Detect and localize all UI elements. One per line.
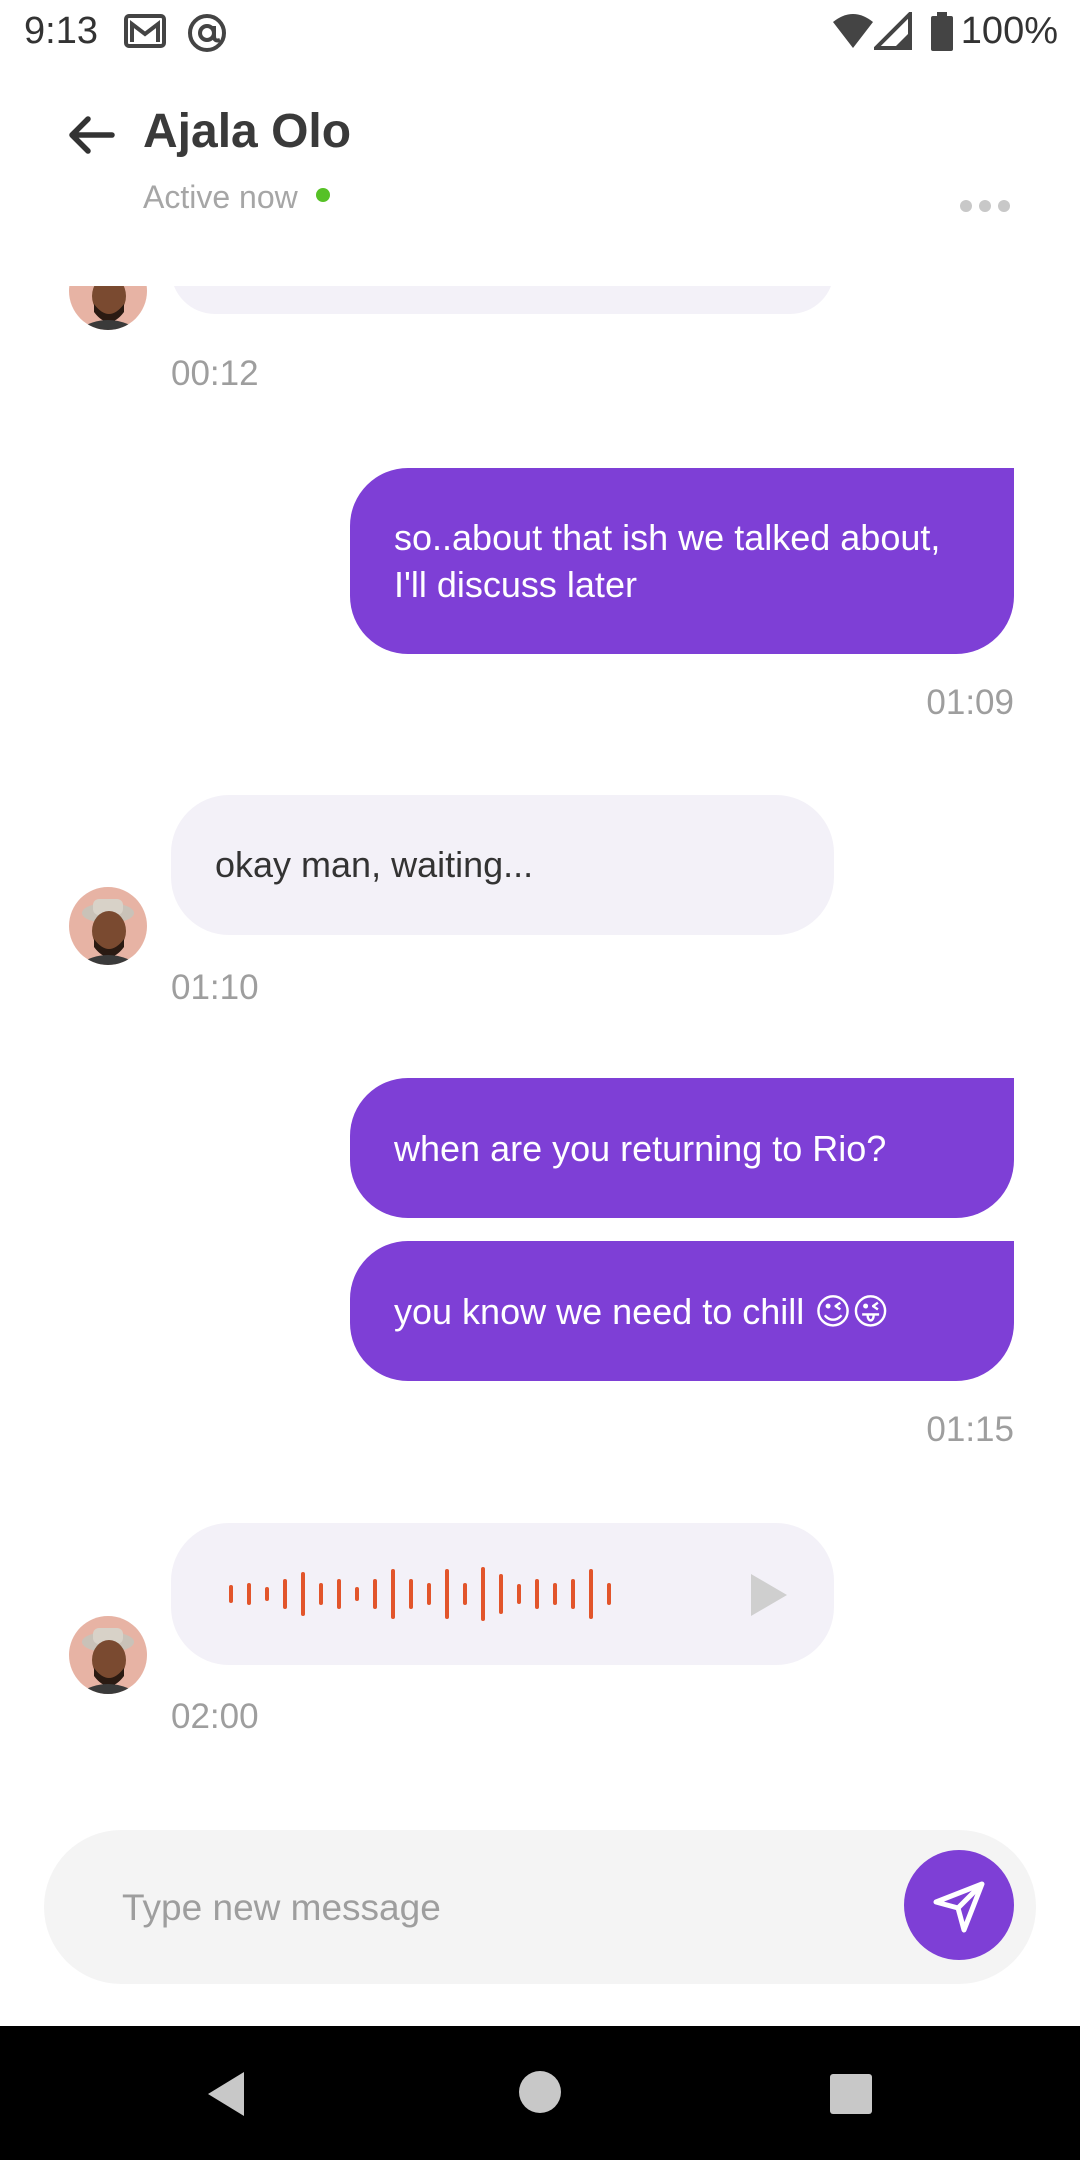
voice-message-bubble[interactable] <box>171 1523 834 1665</box>
message-timestamp: 01:09 <box>926 683 1014 722</box>
message-timestamp: 01:15 <box>926 1410 1014 1449</box>
message-timestamp: 01:10 <box>171 968 259 1007</box>
arrow-left-icon <box>69 116 115 154</box>
message-bubble-outgoing[interactable]: when are you returning to Rio? <box>350 1078 1014 1218</box>
message-text: so..about that ish we talked about, I'll… <box>394 517 941 605</box>
play-button[interactable] <box>733 1567 793 1623</box>
message-text: okay man, waiting... <box>215 844 534 885</box>
avatar <box>69 887 147 965</box>
audio-waveform <box>229 1567 611 1621</box>
battery-icon <box>930 12 954 57</box>
waveform-bar <box>319 1583 323 1605</box>
signal-icon <box>871 9 912 55</box>
home-circle-icon[interactable] <box>518 2070 562 2119</box>
send-icon <box>933 1881 985 1933</box>
status-time: 9:13 <box>24 10 98 52</box>
waveform-bar <box>265 1587 269 1601</box>
waveform-bar <box>427 1583 431 1605</box>
waveform-bar <box>589 1569 593 1619</box>
battery-percent: 100% <box>960 10 1058 52</box>
message-composer <box>44 1830 1036 1986</box>
at-sign-icon <box>186 12 228 59</box>
avatar <box>69 1616 147 1694</box>
waveform-bar <box>499 1574 503 1614</box>
waveform-bar <box>247 1583 251 1605</box>
message-input[interactable] <box>120 1830 924 1986</box>
system-nav-bar <box>0 2026 1080 2160</box>
back-triangle-icon[interactable] <box>204 2070 248 2123</box>
waveform-bar <box>409 1579 413 1609</box>
send-button[interactable] <box>904 1850 1014 1960</box>
message-text: you know we need to chill 😉😜 <box>394 1290 890 1332</box>
message-bubble-incoming[interactable] <box>171 286 834 314</box>
more-options-button[interactable] <box>958 196 1012 216</box>
waveform-bar <box>301 1572 305 1616</box>
waveform-bar <box>445 1569 449 1619</box>
gmail-icon <box>124 12 166 55</box>
waveform-bar <box>283 1579 287 1609</box>
waveform-bar <box>535 1579 539 1609</box>
waveform-bar <box>517 1584 521 1604</box>
waveform-bar <box>229 1585 233 1603</box>
recents-square-icon[interactable] <box>830 2074 872 2119</box>
message-bubble-incoming[interactable]: okay man, waiting... <box>171 795 834 935</box>
waveform-bar <box>463 1583 467 1605</box>
message-bubble-outgoing[interactable]: you know we need to chill 😉😜 <box>350 1241 1014 1381</box>
back-button[interactable] <box>62 110 122 160</box>
waveform-bar <box>373 1579 377 1609</box>
active-status: Active now <box>143 179 298 215</box>
chat-header: Ajala Olo Active now <box>0 66 1080 236</box>
status-bar: 9:13 100% <box>0 0 1080 66</box>
play-icon <box>751 1574 787 1616</box>
more-horizontal-icon <box>960 200 1010 212</box>
message-timestamp: 00:12 <box>171 354 259 393</box>
online-indicator <box>316 188 330 202</box>
message-text: when are you returning to Rio? <box>394 1127 887 1169</box>
waveform-bar <box>553 1583 557 1605</box>
wifi-icon <box>832 12 874 55</box>
waveform-bar <box>355 1587 359 1601</box>
waveform-bar <box>391 1569 395 1619</box>
waveform-bar <box>481 1567 485 1621</box>
message-timestamp: 02:00 <box>171 1697 259 1736</box>
avatar <box>69 286 147 330</box>
message-bubble-outgoing[interactable]: so..about that ish we talked about, I'll… <box>350 468 1014 654</box>
message-list[interactable]: 00:12 so..about that ish we talked about… <box>0 286 1080 1816</box>
contact-name: Ajala Olo <box>143 105 352 158</box>
waveform-bar <box>607 1583 611 1605</box>
waveform-bar <box>337 1579 341 1609</box>
waveform-bar <box>571 1579 575 1609</box>
